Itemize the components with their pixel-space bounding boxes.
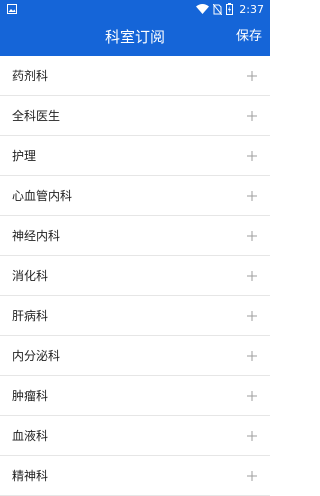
- list-item[interactable]: 血液科: [0, 416, 270, 456]
- department-label: 全科医生: [12, 109, 61, 123]
- list-item[interactable]: 精神科: [0, 456, 270, 496]
- department-label: 神经内科: [12, 229, 61, 243]
- list-item[interactable]: 神经内科: [0, 216, 270, 256]
- status-bar: 2:37: [0, 0, 270, 18]
- no-sim-icon: [213, 3, 223, 15]
- app-bar: 科室订阅 保存: [0, 18, 270, 56]
- list-item[interactable]: 护理: [0, 136, 270, 176]
- page-title: 科室订阅: [104, 28, 165, 46]
- plus-icon[interactable]: [246, 430, 258, 442]
- department-label: 药剂科: [12, 69, 49, 83]
- image-icon: [7, 4, 17, 14]
- plus-icon[interactable]: [246, 150, 258, 162]
- list-item[interactable]: 内分泌科: [0, 336, 270, 376]
- department-label: 心血管内科: [12, 189, 73, 203]
- department-list: 药剂科全科医生护理心血管内科神经内科消化科肝病科内分泌科肿瘤科血液科精神科: [0, 56, 270, 496]
- department-label: 肝病科: [12, 309, 49, 323]
- department-label: 护理: [12, 149, 37, 163]
- department-label: 精神科: [12, 469, 49, 483]
- wifi-icon: [196, 4, 210, 14]
- save-button[interactable]: 保存: [236, 18, 262, 56]
- plus-icon[interactable]: [246, 110, 258, 122]
- department-label: 内分泌科: [12, 349, 61, 363]
- list-item[interactable]: 全科医生: [0, 96, 270, 136]
- department-label: 肿瘤科: [12, 389, 49, 403]
- plus-icon[interactable]: [246, 310, 258, 322]
- list-item[interactable]: 药剂科: [0, 56, 270, 96]
- plus-icon[interactable]: [246, 390, 258, 402]
- department-label: 消化科: [12, 269, 49, 283]
- list-item[interactable]: 心血管内科: [0, 176, 270, 216]
- plus-icon[interactable]: [246, 230, 258, 242]
- department-label: 血液科: [12, 429, 49, 443]
- battery-charging-icon: [226, 3, 234, 15]
- plus-icon[interactable]: [246, 270, 258, 282]
- list-item[interactable]: 消化科: [0, 256, 270, 296]
- list-item[interactable]: 肝病科: [0, 296, 270, 336]
- list-item[interactable]: 肿瘤科: [0, 376, 270, 416]
- plus-icon[interactable]: [246, 350, 258, 362]
- status-time: 2:37: [239, 2, 264, 16]
- plus-icon[interactable]: [246, 190, 258, 202]
- plus-icon[interactable]: [246, 70, 258, 82]
